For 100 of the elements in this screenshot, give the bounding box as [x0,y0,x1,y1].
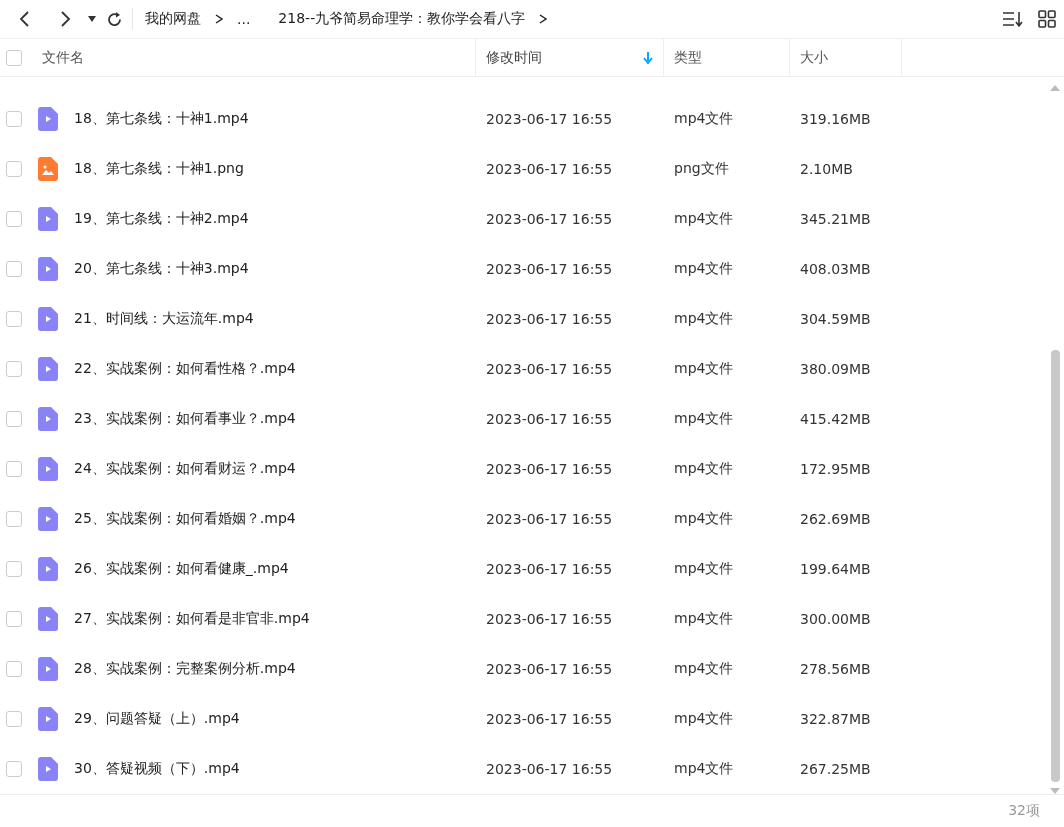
breadcrumb-link[interactable]: 218--九爷简易命理学：教你学会看八字 [278,10,526,28]
modified-time: 2023-06-17 16:55 [485,411,614,427]
file-name[interactable]: 24、实战案例：如何看财运？.mp4 [74,460,296,478]
modified-time: 2023-06-17 16:55 [485,161,614,177]
file-name[interactable]: 20、第七条线：十神3.mp4 [74,260,249,278]
video-file-icon [38,357,58,381]
row-checkbox[interactable] [6,711,22,727]
scroll-down-icon[interactable] [1050,788,1060,794]
file-size: 380.09MB [799,361,872,377]
file-type: mp4文件 [673,610,735,628]
row-checkbox[interactable] [6,261,22,277]
row-checkbox[interactable] [6,461,22,477]
file-name[interactable]: 19、第七条线：十神2.mp4 [74,210,249,228]
file-name[interactable]: 18、第七条线：十神1.png [74,160,244,178]
file-name[interactable]: 21、时间线：大运流年.mp4 [74,310,254,328]
modified-time: 2023-06-17 16:55 [485,661,614,677]
file-type: mp4文件 [673,410,735,428]
modified-time: 2023-06-17 16:55 [485,611,614,627]
modified-time: 2023-06-17 16:55 [485,561,614,577]
file-type: mp4文件 [673,110,735,128]
sort-icon[interactable] [1002,10,1024,28]
file-size: 172.95MB [799,461,872,477]
file-type: mp4文件 [673,710,735,728]
file-size: 304.59MB [799,311,872,327]
file-size: 345.21MB [799,211,872,227]
refresh-icon[interactable] [105,10,123,28]
file-name[interactable]: 29、问题答疑（上）.mp4 [74,710,240,728]
breadcrumb-ellipsis[interactable]: ... [237,11,251,27]
file-name[interactable]: 25、实战案例：如何看婚姻？.mp4 [74,510,296,528]
file-size: 267.25MB [799,761,872,777]
video-file-icon [38,657,58,681]
file-name[interactable]: 27、实战案例：如何看是非官非.mp4 [74,610,310,628]
grid-view-icon[interactable] [1038,10,1056,28]
video-file-icon [38,557,58,581]
modified-time: 2023-06-17 16:55 [485,211,614,227]
file-name[interactable]: 22、实战案例：如何看性格？.mp4 [74,360,296,378]
row-checkbox[interactable] [6,561,22,577]
file-size: 2.10MB [799,161,854,177]
item-count: 32项 [1008,802,1040,820]
video-file-icon [38,457,58,481]
video-file-icon [38,707,58,731]
modified-time: 2023-06-17 16:55 [485,711,614,727]
chevron-icon [539,14,548,24]
dropdown-caret-icon[interactable] [88,16,96,22]
modified-time: 2023-06-17 16:55 [485,361,614,377]
modified-time: 2023-06-17 16:55 [485,761,614,777]
file-size: 408.03MB [799,261,872,277]
column-header[interactable]: 修改时间 [486,48,542,67]
video-file-icon [38,507,58,531]
file-type: mp4文件 [673,260,735,278]
back-icon[interactable] [18,10,32,28]
file-type: mp4文件 [673,510,735,528]
forward-icon[interactable] [58,10,72,28]
row-checkbox[interactable] [6,111,22,127]
file-size: 415.42MB [799,411,872,427]
chevron-icon [215,14,223,24]
row-checkbox[interactable] [6,361,22,377]
file-name[interactable]: 26、实战案例：如何看健康_.mp4 [74,560,289,578]
modified-time: 2023-06-17 16:55 [485,311,614,327]
row-checkbox[interactable] [6,511,22,527]
row-checkbox[interactable] [6,161,22,177]
sort-arrow-icon [643,51,653,64]
row-checkbox[interactable] [6,311,22,327]
file-type: mp4文件 [673,460,735,478]
modified-time: 2023-06-17 16:55 [485,111,614,127]
select-all-checkbox[interactable] [6,49,22,66]
row-checkbox[interactable] [6,611,22,627]
video-file-icon [38,207,58,231]
scroll-up-icon[interactable] [1050,85,1060,91]
file-type: mp4文件 [673,560,735,578]
column-header[interactable]: 文件名 [42,48,84,67]
row-checkbox[interactable] [6,661,22,677]
file-size: 199.64MB [799,561,872,577]
file-size: 262.69MB [799,511,872,527]
column-header[interactable]: 大小 [800,48,828,67]
row-checkbox[interactable] [6,411,22,427]
modified-time: 2023-06-17 16:55 [485,511,614,527]
breadcrumb-link[interactable]: 我的网盘 [145,10,201,28]
row-checkbox[interactable] [6,761,22,777]
scrollbar-thumb[interactable] [1050,350,1060,782]
file-type: mp4文件 [673,660,735,678]
video-file-icon [38,307,58,331]
video-file-icon [38,107,58,131]
file-size: 300.00MB [799,611,872,627]
file-type: mp4文件 [673,360,735,378]
column-header[interactable]: 类型 [674,48,702,67]
file-type: png文件 [673,160,730,178]
file-type: mp4文件 [673,310,735,328]
video-file-icon [38,607,58,631]
row-checkbox[interactable] [6,211,22,227]
video-file-icon [38,257,58,281]
video-file-icon [38,407,58,431]
video-file-icon [38,757,58,781]
modified-time: 2023-06-17 16:55 [485,261,614,277]
image-file-icon [38,157,58,181]
file-name[interactable]: 23、实战案例：如何看事业？.mp4 [74,410,296,428]
file-name[interactable]: 30、答疑视频（下）.mp4 [74,760,240,778]
file-name[interactable]: 28、实战案例：完整案例分析.mp4 [74,660,296,678]
file-name[interactable]: 18、第七条线：十神1.mp4 [74,110,249,128]
modified-time: 2023-06-17 16:55 [485,461,614,477]
